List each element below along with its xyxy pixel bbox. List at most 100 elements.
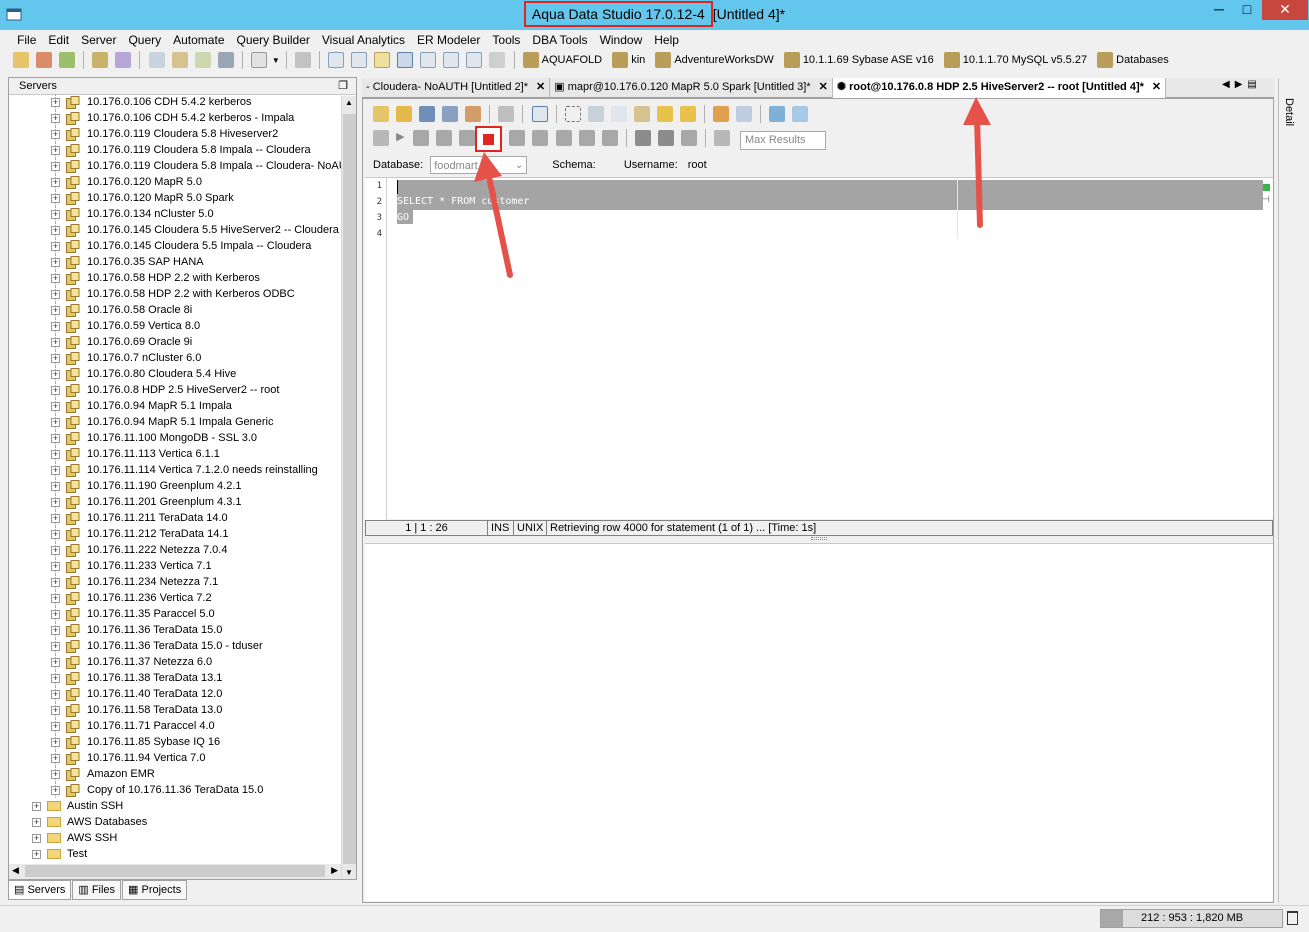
connection-mysql[interactable]: 10.1.1.70 MySQL v5.5.27 — [942, 52, 1087, 68]
execute-icon[interactable] — [373, 130, 389, 146]
tree-server-item[interactable]: +10.176.11.58 TeraData 13.0 — [9, 702, 341, 718]
tree-server-item[interactable]: +10.176.11.212 TeraData 14.1 — [9, 526, 341, 542]
cut-icon[interactable] — [587, 106, 604, 122]
tab-untitled-2[interactable]: - Cloudera- NoAUTH [Untitled 2]* ✕ — [362, 78, 551, 98]
menu-window[interactable]: Window — [594, 30, 649, 50]
document-icon[interactable] — [250, 52, 267, 68]
commit-icon[interactable] — [509, 130, 526, 146]
tree-server-item[interactable]: +10.176.11.234 Netezza 7.1 — [9, 574, 341, 590]
expand-icon[interactable]: + — [51, 482, 60, 491]
scrollbar-thumb[interactable] — [343, 114, 356, 864]
tree-server-item[interactable]: +10.176.0.8 HDP 2.5 HiveServer2 -- root — [9, 382, 341, 398]
expand-icon[interactable]: + — [51, 754, 60, 763]
expand-icon[interactable]: + — [51, 98, 60, 107]
max-results-icon[interactable] — [714, 130, 730, 146]
tree-server-item[interactable]: +10.176.11.94 Vertica 7.0 — [9, 750, 341, 766]
expand-icon[interactable]: + — [51, 610, 60, 619]
tree-server-item[interactable]: + Copy of 10.176.11.36 TeraData 15.0 — [9, 782, 341, 798]
expand-icon[interactable]: + — [51, 242, 60, 251]
export-icon[interactable] — [194, 52, 211, 68]
expand-icon[interactable]: + — [51, 306, 60, 315]
select-all-icon[interactable] — [564, 106, 581, 122]
tree-server-item[interactable]: +10.176.11.100 MongoDB - SSL 3.0 — [9, 430, 341, 446]
tree-server-item[interactable]: +10.176.11.236 Vertica 7.2 — [9, 590, 341, 606]
expand-icon[interactable]: + — [51, 450, 60, 459]
expand-icon[interactable]: + — [51, 514, 60, 523]
expand-icon[interactable]: + — [51, 258, 60, 267]
tree-server-item[interactable]: +10.176.0.119 Cloudera 5.8 Impala -- Clo… — [9, 142, 341, 158]
expand-icon[interactable]: + — [51, 418, 60, 427]
tree-server-item[interactable]: +10.176.0.58 HDP 2.2 with Kerberos ODBC — [9, 286, 341, 302]
expand-icon[interactable]: + — [51, 434, 60, 443]
expand-icon[interactable]: + — [51, 114, 60, 123]
grid-icon[interactable] — [328, 52, 345, 68]
stop-execution-button[interactable] — [475, 126, 502, 152]
expand-icon[interactable]: + — [51, 674, 60, 683]
list-icon[interactable] — [443, 52, 460, 68]
auto-complete-icon[interactable] — [736, 106, 753, 122]
tree-server-item[interactable]: +10.176.11.222 Netezza 7.0.4 — [9, 542, 341, 558]
menu-automate[interactable]: Automate — [167, 30, 230, 50]
expand-icon[interactable]: + — [51, 562, 60, 571]
tree-server-item[interactable]: +10.176.0.7 nCluster 6.0 — [9, 350, 341, 366]
expand-icon[interactable]: + — [32, 850, 41, 859]
menu-edit[interactable]: Edit — [42, 30, 75, 50]
memory-indicator[interactable]: 212 : 953 : 1,820 MB — [1100, 909, 1283, 928]
table-browse-icon[interactable] — [148, 52, 165, 68]
tree-server-item[interactable]: +10.176.0.120 MapR 5.0 Spark — [9, 190, 341, 206]
expand-icon[interactable]: + — [51, 770, 60, 779]
connection-adventureworksdw[interactable]: AdventureWorksDW — [653, 52, 774, 68]
print-icon[interactable] — [294, 52, 311, 68]
expand-icon[interactable]: + — [51, 338, 60, 347]
expand-icon[interactable]: + — [51, 194, 60, 203]
expand-icon[interactable]: + — [51, 274, 60, 283]
schema-icon[interactable] — [115, 52, 132, 68]
expand-icon[interactable]: + — [51, 386, 60, 395]
run-batch-icon[interactable] — [436, 130, 453, 146]
tree-server-item[interactable]: +10.176.0.106 CDH 5.4.2 kerberos — [9, 94, 341, 110]
expand-icon[interactable]: + — [51, 738, 60, 747]
menu-er-modeler[interactable]: ER Modeler — [411, 30, 486, 50]
expand-icon[interactable]: + — [32, 818, 41, 827]
expand-icon[interactable]: + — [51, 402, 60, 411]
connection-databases[interactable]: Databases — [1095, 52, 1169, 68]
redo-icon[interactable] — [679, 106, 696, 122]
results-grid-icon[interactable] — [634, 130, 651, 146]
run-icon[interactable]: ▶ — [396, 130, 406, 146]
results-options-icon[interactable] — [680, 130, 697, 146]
tree-server-item[interactable]: +10.176.11.35 Paraccel 5.0 — [9, 606, 341, 622]
tree-folder-item[interactable]: + Test — [9, 846, 341, 862]
undo-icon[interactable] — [656, 106, 673, 122]
parameters-icon[interactable] — [792, 106, 809, 122]
run-script-icon[interactable] — [413, 130, 430, 146]
detail-tab[interactable]: Detail — [1283, 98, 1295, 126]
expand-icon[interactable]: + — [51, 706, 60, 715]
close-tab-icon[interactable]: ✕ — [1152, 81, 1161, 93]
expand-icon[interactable]: + — [51, 530, 60, 539]
expand-icon[interactable]: + — [51, 130, 60, 139]
menu-server[interactable]: Server — [75, 30, 122, 50]
tree-server-item[interactable]: +10.176.11.233 Vertica 7.1 — [9, 558, 341, 574]
menu-dba-tools[interactable]: DBA Tools — [526, 30, 593, 50]
connection-aquafold[interactable]: AQUAFOLD — [521, 52, 602, 68]
scroll-right-icon[interactable]: ▶ — [331, 865, 338, 876]
expand-icon[interactable]: + — [51, 370, 60, 379]
tree-server-item[interactable]: +10.176.0.106 CDH 5.4.2 kerberos - Impal… — [9, 110, 341, 126]
format-icon[interactable] — [713, 106, 730, 122]
tree-server-item[interactable]: +10.176.11.37 Netezza 6.0 — [9, 654, 341, 670]
expand-icon[interactable]: + — [51, 162, 60, 171]
layout-icon[interactable] — [420, 52, 437, 68]
expand-icon[interactable]: + — [51, 354, 60, 363]
close-tab-icon[interactable]: ✕ — [819, 81, 828, 93]
scroll-down-icon[interactable]: ▼ — [345, 868, 353, 877]
tree-folder-item[interactable]: + AWS Databases — [9, 814, 341, 830]
tab-projects[interactable]: ▦ Projects — [122, 880, 188, 900]
restore-panel-icon[interactable]: ❐ — [338, 78, 348, 95]
page-setup-icon[interactable] — [531, 106, 548, 122]
menu-tools[interactable]: Tools — [486, 30, 526, 50]
tree-server-item[interactable]: +10.176.11.38 TeraData 13.1 — [9, 670, 341, 686]
tree-server-item[interactable]: +10.176.0.35 SAP HANA — [9, 254, 341, 270]
scroll-up-icon[interactable]: ▲ — [345, 98, 353, 107]
tree-server-item[interactable]: +10.176.0.58 HDP 2.2 with Kerberos — [9, 270, 341, 286]
tree-server-item[interactable]: +10.176.0.145 Cloudera 5.5 Impala -- Clo… — [9, 238, 341, 254]
